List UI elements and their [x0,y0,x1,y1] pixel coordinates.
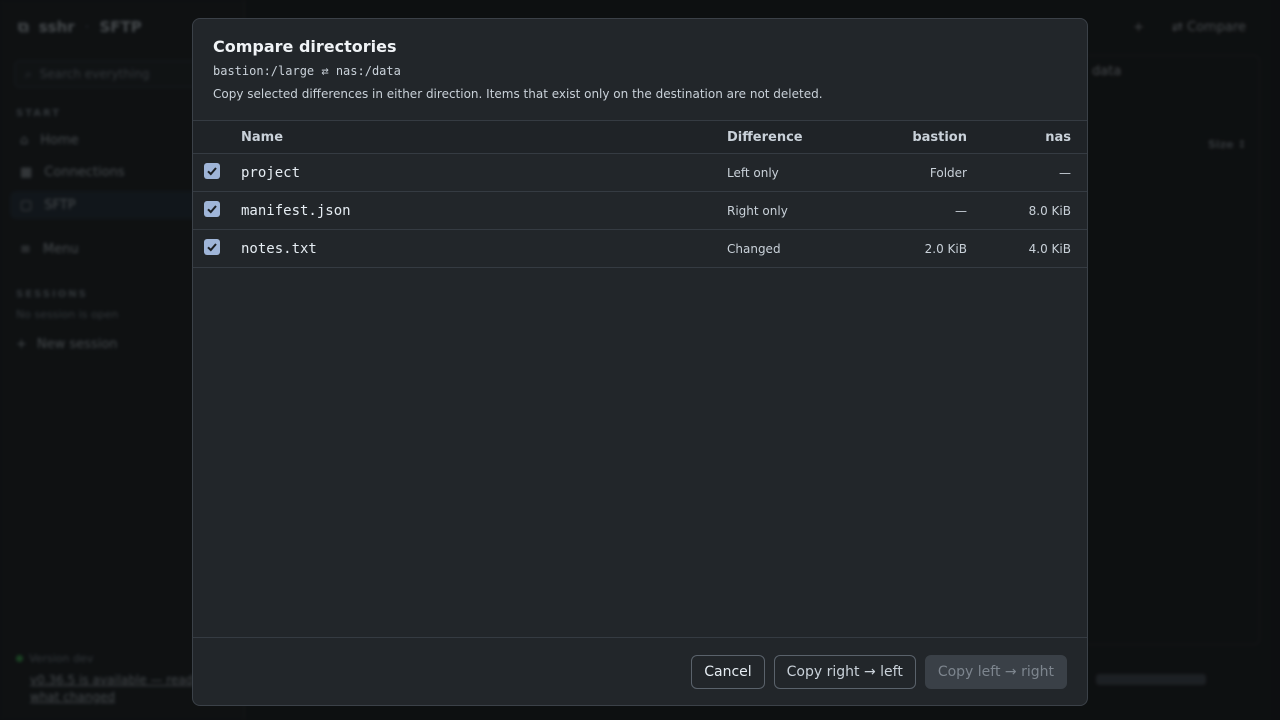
column-right-host: nas [1045,129,1071,145]
compare-directories-dialog: Compare directories bastion:/large ⇄ nas… [192,18,1088,706]
row-checkbox[interactable] [204,200,220,217]
checkmark-icon [207,166,217,175]
column-name: Name [241,129,284,145]
dialog-header: Compare directories bastion:/large ⇄ nas… [193,19,1087,121]
row-difference: Right only [727,203,788,218]
row-name: notes.txt [241,240,317,257]
row-right-value: — [1059,165,1071,180]
row-left-value: 2.0 KiB [924,241,967,256]
dialog-description: Copy selected differences in either dire… [213,87,823,101]
dialog-title: Compare directories [213,37,397,56]
row-right-value: 4.0 KiB [1028,241,1071,256]
compare-paths: bastion:/large ⇄ nas:/data [213,64,401,78]
row-right-value: 8.0 KiB [1028,203,1071,218]
dialog-footer: Cancel Copy right → left Copy left → rig… [193,637,1087,705]
table-header: Name Difference bastion nas [193,121,1087,154]
table-row[interactable]: project Left only Folder — [193,154,1087,192]
row-difference: Changed [727,241,781,256]
row-checkbox[interactable] [204,238,220,255]
cancel-button[interactable]: Cancel [691,654,765,689]
row-name: project [241,164,301,181]
row-name: manifest.json [241,202,351,219]
row-difference: Left only [727,165,779,180]
column-difference: Difference [727,129,803,145]
table-row[interactable]: notes.txt Changed 2.0 KiB 4.0 KiB [193,230,1087,268]
checkmark-icon [207,242,217,251]
copy-right-to-left-button[interactable]: Copy right → left [773,654,916,689]
row-left-value: Folder [929,165,967,180]
row-left-value: — [955,203,967,218]
table-row[interactable]: manifest.json Right only — 8.0 KiB [193,192,1087,230]
column-left-host: bastion [912,129,967,145]
row-checkbox[interactable] [204,162,220,179]
copy-left-to-right-button[interactable]: Copy left → right [924,654,1067,689]
checkmark-icon [207,204,217,213]
